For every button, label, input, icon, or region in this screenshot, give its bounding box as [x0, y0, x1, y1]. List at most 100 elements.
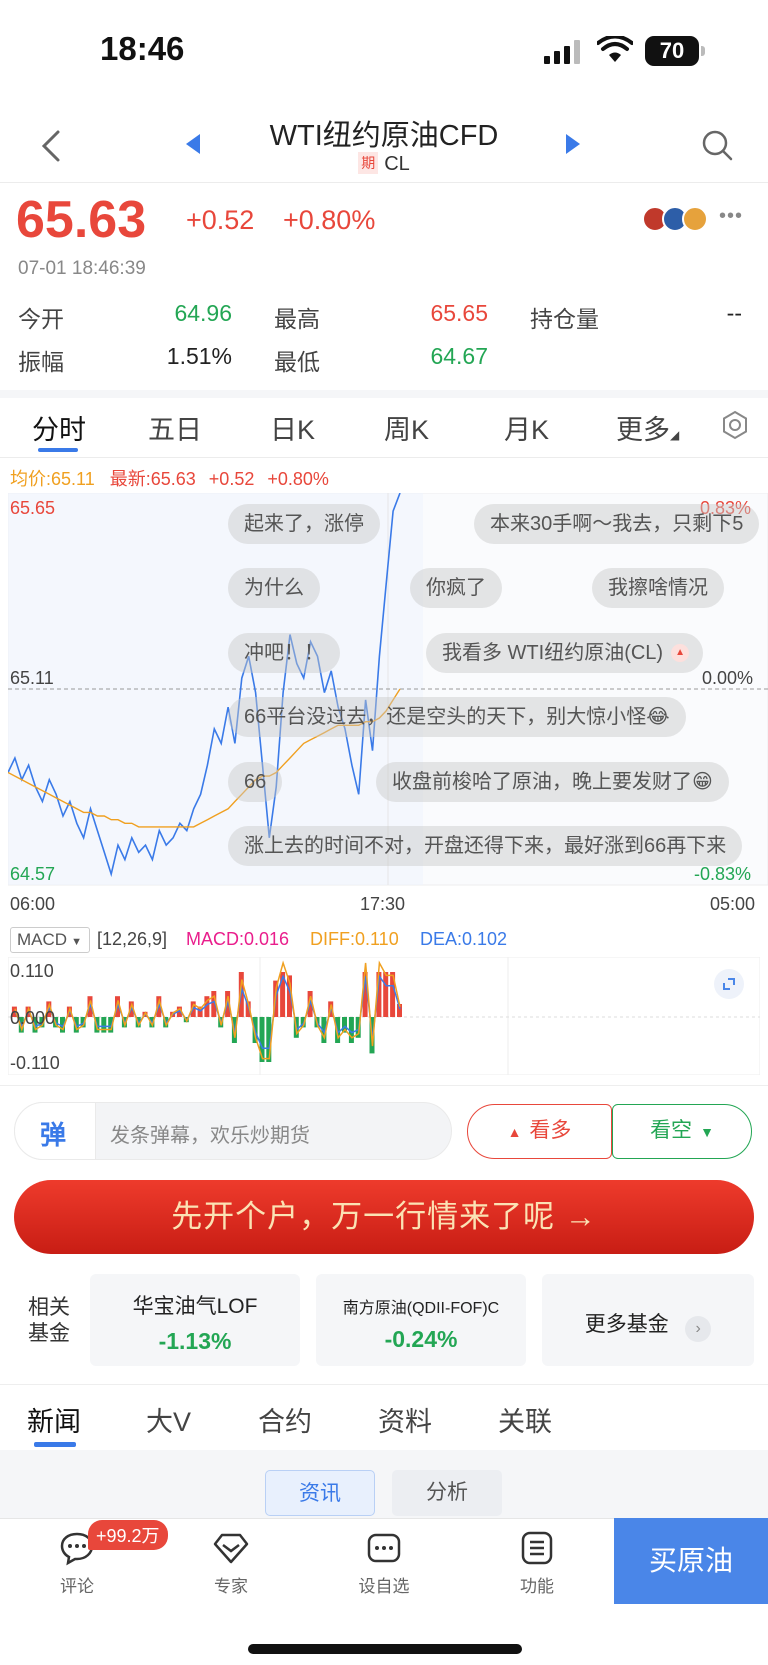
- stat-label-open-interest: 持仓量: [530, 306, 599, 332]
- search-icon[interactable]: [700, 128, 734, 162]
- danmu-comment[interactable]: 冲吧！！: [228, 633, 340, 673]
- tab-profile[interactable]: 资料: [378, 1400, 432, 1439]
- macd-params: [12,26,9]: [97, 929, 168, 949]
- symbol-code: CL: [384, 153, 410, 175]
- tab-daily-k[interactable]: 日K: [270, 408, 315, 447]
- indicator-selector[interactable]: MACD ▼: [10, 927, 90, 953]
- subtab-info[interactable]: 资讯: [265, 1470, 375, 1516]
- tab-monthly-k[interactable]: 月K: [504, 408, 549, 447]
- bearish-button[interactable]: 看空 ▼: [612, 1104, 752, 1159]
- y-axis-mid: 65.11: [10, 668, 54, 688]
- avatar: [682, 206, 708, 232]
- stat-value-open-interest: --: [726, 300, 742, 326]
- fund-change: -0.24%: [384, 1326, 458, 1352]
- related-funds-label-line2: 基金: [28, 1322, 70, 1345]
- bullish-button[interactable]: ▲ 看多: [467, 1104, 612, 1159]
- user-avatars[interactable]: [642, 206, 714, 232]
- y-axis-bottom: 64.57: [10, 864, 56, 884]
- related-funds-label: 相关 基金: [28, 1295, 70, 1347]
- news-content-area: [0, 1450, 768, 1518]
- menu-list-icon: [521, 1531, 553, 1565]
- status-time: 18:46: [100, 30, 185, 67]
- more-funds-label: 更多基金: [584, 1313, 669, 1336]
- back-icon[interactable]: [38, 128, 64, 164]
- futures-tag: 期: [358, 152, 379, 174]
- fund-change: -1.13%: [158, 1328, 232, 1354]
- pct-axis-mid: 0.00%: [702, 668, 754, 688]
- latest-price: 最新:65.63: [109, 469, 196, 489]
- stat-value-amplitude: 1.51%: [166, 343, 232, 369]
- danmu-comment[interactable]: 涨上去的时间不对，开盘还得下来，最好涨到66再下来: [228, 826, 743, 866]
- functions-button[interactable]: 功能: [492, 1530, 582, 1597]
- expand-icon[interactable]: [714, 969, 744, 999]
- tab-news[interactable]: 新闻: [27, 1400, 81, 1439]
- expert-button[interactable]: 专家: [186, 1530, 276, 1597]
- diff-value: DIFF:0.110: [310, 929, 399, 949]
- up-arrow-icon: ▲: [507, 1124, 522, 1140]
- instrument-symbol: 期 CL: [200, 152, 568, 176]
- pct-axis-bottom: -0.83%: [694, 864, 752, 884]
- tab-intraday[interactable]: 分时: [32, 408, 86, 447]
- danmu-comment[interactable]: 66平台没过去，还是空头的天下，别大惊小怪😂: [228, 697, 686, 737]
- danmu-comment[interactable]: 本来30手啊～我去，只剩下5: [474, 504, 760, 544]
- macd-chart[interactable]: [7, 956, 761, 1076]
- tab-big-v[interactable]: 大V: [146, 1400, 191, 1439]
- danmu-comment[interactable]: 我擦啥情况: [592, 568, 724, 608]
- bearish-label: 看空: [650, 1119, 693, 1142]
- stat-label-low: 最低: [274, 349, 320, 375]
- danmu-comment[interactable]: 为什么: [228, 568, 320, 608]
- chart-info: 均价:65.11 最新:65.63 +0.52 +0.80%: [10, 465, 329, 491]
- stat-label-open: 今开: [18, 306, 64, 332]
- more-options-icon[interactable]: •••: [719, 205, 743, 228]
- stat-label-amplitude: 振幅: [18, 349, 64, 375]
- tab-more[interactable]: 更多◢: [616, 408, 679, 447]
- macd-value: MACD:0.016: [186, 929, 290, 949]
- macd-axis-top: 0.110: [10, 961, 54, 981]
- macd-axis-mid: 0.000: [10, 1008, 56, 1028]
- danmu-comment[interactable]: 66: [228, 762, 283, 802]
- danmu-comment[interactable]: 收盘前梭哈了原油，晚上要发财了😁: [376, 762, 729, 802]
- next-instrument-icon[interactable]: [566, 134, 580, 154]
- danmu-comment[interactable]: 你疯了: [410, 568, 502, 608]
- indicator-name: MACD: [17, 930, 68, 949]
- tab-weekly-k[interactable]: 周K: [384, 408, 429, 447]
- divider: [0, 1085, 768, 1086]
- dropdown-caret-icon: ◢: [670, 428, 680, 442]
- bull-up-icon: ▲: [671, 644, 690, 662]
- add-watchlist-button[interactable]: 设自选: [339, 1530, 429, 1597]
- last-price: 65.63: [16, 191, 147, 249]
- buy-button[interactable]: 买原油: [614, 1518, 768, 1604]
- stat-value-high: 65.65: [430, 300, 488, 326]
- x-axis-mid: 17:30: [360, 894, 406, 914]
- price-change: +0.52: [186, 205, 255, 235]
- wifi-icon: [597, 36, 633, 62]
- macd-bar: [383, 972, 389, 1017]
- danmu-comment[interactable]: 起来了，涨停: [228, 504, 380, 544]
- stat-label-high: 最高: [274, 306, 320, 332]
- settings-gear-icon[interactable]: [720, 410, 750, 440]
- tab-contract[interactable]: 合约: [258, 1400, 312, 1439]
- watchlist-icon: [367, 1533, 401, 1563]
- previous-instrument-icon[interactable]: [186, 134, 200, 154]
- divider: [0, 457, 768, 458]
- danmu-icon: 弹: [40, 1120, 67, 1150]
- chevron-down-icon: ▼: [71, 936, 82, 948]
- tab-related[interactable]: 关联: [498, 1400, 552, 1439]
- open-account-banner[interactable]: 先开个户，万一行情来了呢 →: [14, 1180, 754, 1254]
- y-axis-top: 65.65: [10, 498, 56, 518]
- latest-change-percent: +0.80%: [267, 469, 329, 489]
- tab-more-label: 更多: [616, 415, 670, 445]
- tab-five-day[interactable]: 五日: [148, 408, 202, 447]
- divider: [0, 182, 768, 183]
- stat-value-open: 64.96: [174, 300, 232, 326]
- more-funds-button[interactable]: 更多基金 ›: [542, 1274, 754, 1366]
- divider: [0, 1384, 768, 1385]
- cellular-signal-icon: [544, 40, 580, 64]
- subtab-analysis[interactable]: 分析: [392, 1470, 502, 1516]
- danmu-comment-watch-bull[interactable]: 我看多 WTI纽约原油(CL) ▲: [426, 633, 704, 673]
- comment-label: 评论: [60, 1577, 94, 1596]
- fund-card[interactable]: 南方原油(QDII-FOF)C -0.24%: [316, 1274, 526, 1366]
- related-funds-label-line1: 相关: [28, 1296, 70, 1319]
- stat-value-low: 64.67: [430, 343, 488, 369]
- fund-card[interactable]: 华宝油气LOF -1.13%: [90, 1274, 300, 1366]
